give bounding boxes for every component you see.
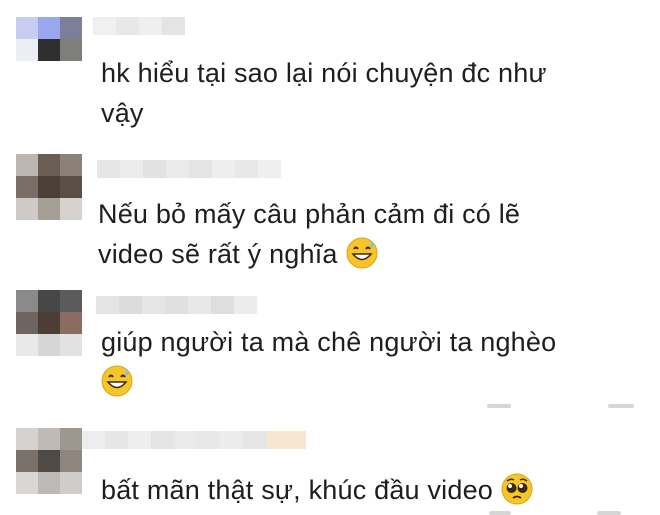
- grinning-sweat-emoji: [101, 365, 133, 397]
- username-blurred[interactable]: [82, 431, 306, 449]
- comment-list: { "comments": [ { "text_lines": ["hk hiể…: [0, 0, 660, 515]
- comment-text: bất mãn thật sự, khúc đầu video: [101, 470, 533, 510]
- username-blurred[interactable]: [97, 160, 281, 178]
- action-icon-faded[interactable]: [608, 404, 634, 408]
- username-blurred[interactable]: [93, 17, 185, 35]
- pleading-face-emoji: [501, 473, 533, 505]
- action-icon-faded[interactable]: [487, 404, 511, 408]
- grinning-sweat-emoji: [346, 237, 378, 269]
- action-icon-faded[interactable]: [489, 511, 511, 515]
- comment-text: Nếu bỏ mấy câu phản cảm đi có lẽ video s…: [98, 199, 521, 269]
- avatar[interactable]: [16, 428, 82, 494]
- avatar[interactable]: [16, 290, 82, 356]
- avatar[interactable]: [16, 17, 82, 83]
- action-icon-faded[interactable]: [597, 511, 621, 515]
- comment-text: hk hiểu tại sao lại nói chuyện đc như vậ…: [101, 58, 547, 128]
- username-blurred[interactable]: [96, 296, 257, 314]
- avatar[interactable]: [16, 154, 82, 220]
- comment-text: giúp người ta mà chê người ta nghèo: [101, 322, 556, 402]
